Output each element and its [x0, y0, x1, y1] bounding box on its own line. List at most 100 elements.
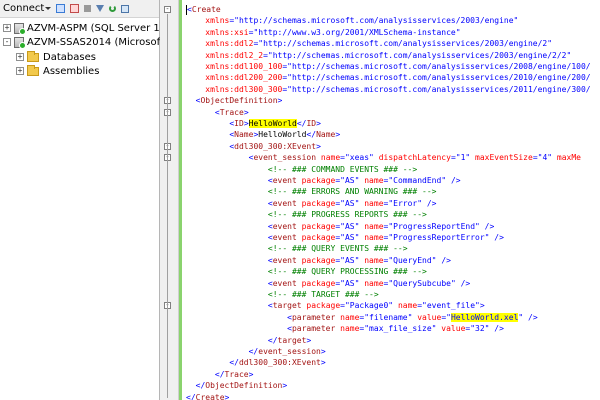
code-line[interactable]: </ObjectDefinition>: [186, 380, 288, 391]
tree-item-server[interactable]: - AZVM-SSAS2014 (Microsoft Ana: [3, 35, 186, 49]
code-line[interactable]: <event package="AS" name="QuerySubcube" …: [186, 278, 470, 289]
code-token: ="Error": [383, 198, 423, 208]
code-token: <: [186, 107, 220, 117]
code-line[interactable]: <!-- ### QUERY EVENTS ### -->: [186, 243, 408, 254]
code-line[interactable]: <!-- ### PROGRESS REPORTS ### -->: [186, 209, 427, 220]
code-line[interactable]: </Create>: [186, 392, 229, 400]
code-line[interactable]: <event package="AS" name="QueryEnd" />: [186, 255, 451, 266]
code-line[interactable]: <Name>HelloWorld</Name>: [186, 129, 340, 140]
code-token: >: [282, 381, 288, 391]
code-token: <: [186, 176, 273, 185]
code-line[interactable]: <parameter name="filename" value="HelloW…: [186, 312, 538, 323]
tree-item-folder[interactable]: + Assemblies: [16, 64, 99, 78]
code-token: name: [359, 221, 384, 231]
code-line[interactable]: xmlns:ddl2="http://schemas.microsoft.com…: [186, 38, 552, 49]
code-line[interactable]: xmlns:ddl200_200="http://schemas.microso…: [186, 72, 590, 83]
code-token: </: [186, 335, 278, 345]
expand-icon[interactable]: +: [16, 67, 24, 75]
tree-item-server[interactable]: + AZVM-ASPM (SQL Server 12.0.4: [3, 21, 185, 35]
code-line[interactable]: xmlns:ddl300_300="http://schemas.microso…: [186, 84, 590, 95]
code-line[interactable]: </target>: [186, 335, 311, 346]
summary-icon[interactable]: [121, 4, 130, 13]
code-area[interactable]: <Create xmlns="http://schemas.microsoft.…: [186, 0, 600, 400]
change-tracking-bar: [179, 0, 182, 400]
code-token: name: [359, 198, 384, 208]
code-token: event: [272, 233, 297, 242]
code-token: >: [306, 335, 312, 345]
code-token: <: [186, 278, 273, 288]
code-token: </: [296, 119, 307, 128]
code-line[interactable]: </event_session>: [186, 346, 326, 357]
code-token: xmlns:xsi: [186, 27, 249, 37]
code-line[interactable]: <Create: [186, 4, 221, 15]
connect-label: Connect: [3, 3, 45, 14]
code-line[interactable]: <event_session name="xeas" dispatchLaten…: [186, 152, 581, 163]
code-token: name: [335, 324, 360, 334]
code-line[interactable]: <ObjectDefinition>: [186, 95, 283, 106]
code-token: name: [359, 255, 384, 265]
code-token: </: [186, 369, 225, 379]
code-line[interactable]: <parameter name="max_file_size" value="3…: [186, 323, 504, 334]
code-token: ="http://schemas.microsoft.com/analysiss…: [282, 62, 591, 71]
code-token: event: [272, 221, 297, 231]
code-token: ="AS": [335, 233, 360, 242]
refresh-icon[interactable]: [109, 5, 117, 12]
code-line[interactable]: <!-- ### ERRORS AND WARNING ### -->: [186, 186, 437, 197]
code-line[interactable]: <target package="Package0" name="event_f…: [186, 300, 485, 311]
code-token: Name: [234, 130, 254, 140]
code-token: value: [436, 324, 466, 334]
connect-icon[interactable]: [56, 4, 66, 13]
code-token: name: [359, 233, 384, 242]
code-token: event: [272, 176, 297, 185]
code-token: />: [436, 255, 451, 265]
code-token: event: [272, 278, 297, 288]
code-line[interactable]: <!-- ### COMMAND EVENTS ### -->: [186, 164, 417, 175]
highlighted-token: HelloWorld.xel: [450, 312, 519, 322]
code-token: target: [277, 335, 307, 345]
code-line[interactable]: </ddl300_300:XEvent>: [186, 357, 325, 368]
code-token: ="4": [532, 153, 553, 163]
code-token: Trace: [224, 369, 249, 379]
code-token: <: [186, 153, 254, 163]
code-line[interactable]: <event package="AS" name="ProgressReport…: [186, 221, 494, 232]
expand-icon[interactable]: +: [3, 24, 11, 32]
code-token: dispatchLatency: [373, 153, 451, 163]
code-token: <: [186, 301, 273, 311]
tree-item-folder[interactable]: + Databases: [16, 50, 96, 64]
code-line[interactable]: <Trace>: [186, 107, 249, 118]
code-line[interactable]: xmlns:xsi="http://www.w3.org/2001/XMLSch…: [186, 27, 461, 38]
code-token: ="ProgressReportEnd": [383, 221, 480, 231]
code-token: ="AS": [335, 278, 360, 288]
disconnect-icon[interactable]: [70, 4, 80, 13]
stop-icon[interactable]: [84, 5, 92, 12]
code-token: />: [523, 312, 538, 322]
code-line[interactable]: xmlns:ddl100_100="http://schemas.microso…: [186, 61, 591, 72]
code-line[interactable]: <ID>HelloWorld</ID>: [186, 118, 321, 129]
code-token: ="http://www.w3.org/2001/XMLSchema-insta…: [248, 27, 461, 37]
code-token: target: [272, 301, 302, 311]
code-line[interactable]: <event package="AS" name="ProgressReport…: [186, 232, 504, 243]
code-line[interactable]: </Trace>: [186, 369, 254, 380]
code-line[interactable]: <event package="AS" name="CommandEnd" />: [186, 175, 461, 186]
code-token: parameter: [291, 312, 336, 322]
code-token: <: [186, 233, 273, 242]
filter-icon[interactable]: [96, 5, 105, 12]
code-token: ="AS": [335, 255, 360, 265]
code-line[interactable]: <!-- ### QUERY PROCESSING ### -->: [186, 266, 427, 277]
code-line[interactable]: <!-- ### TARGET ### -->: [186, 289, 379, 300]
code-line[interactable]: xmlns="http://schemas.microsoft.com/anal…: [186, 15, 518, 26]
code-token: <!-- ### PROGRESS REPORTS ### -->: [186, 210, 427, 220]
connect-button[interactable]: Connect: [3, 3, 52, 14]
code-token: name: [393, 301, 418, 311]
collapse-icon[interactable]: -: [3, 38, 11, 46]
code-line[interactable]: <ddl300_300:XEvent>: [186, 141, 321, 152]
code-line[interactable]: xmlns:ddl2_2="http://schemas.microsoft.c…: [186, 50, 571, 61]
code-token: ="max_file_size": [359, 324, 437, 334]
tree-item-label: Assemblies: [43, 65, 100, 77]
collapse-region-icon[interactable]: -: [164, 6, 171, 13]
xmla-editor[interactable]: ------ <Create xmlns="http://schemas.mic…: [160, 0, 600, 400]
expand-icon[interactable]: +: [16, 53, 24, 61]
code-line[interactable]: <event package="AS" name="Error" />: [186, 198, 437, 209]
code-token: />: [489, 233, 504, 242]
code-token: xmlns:ddl2_2: [186, 50, 264, 60]
